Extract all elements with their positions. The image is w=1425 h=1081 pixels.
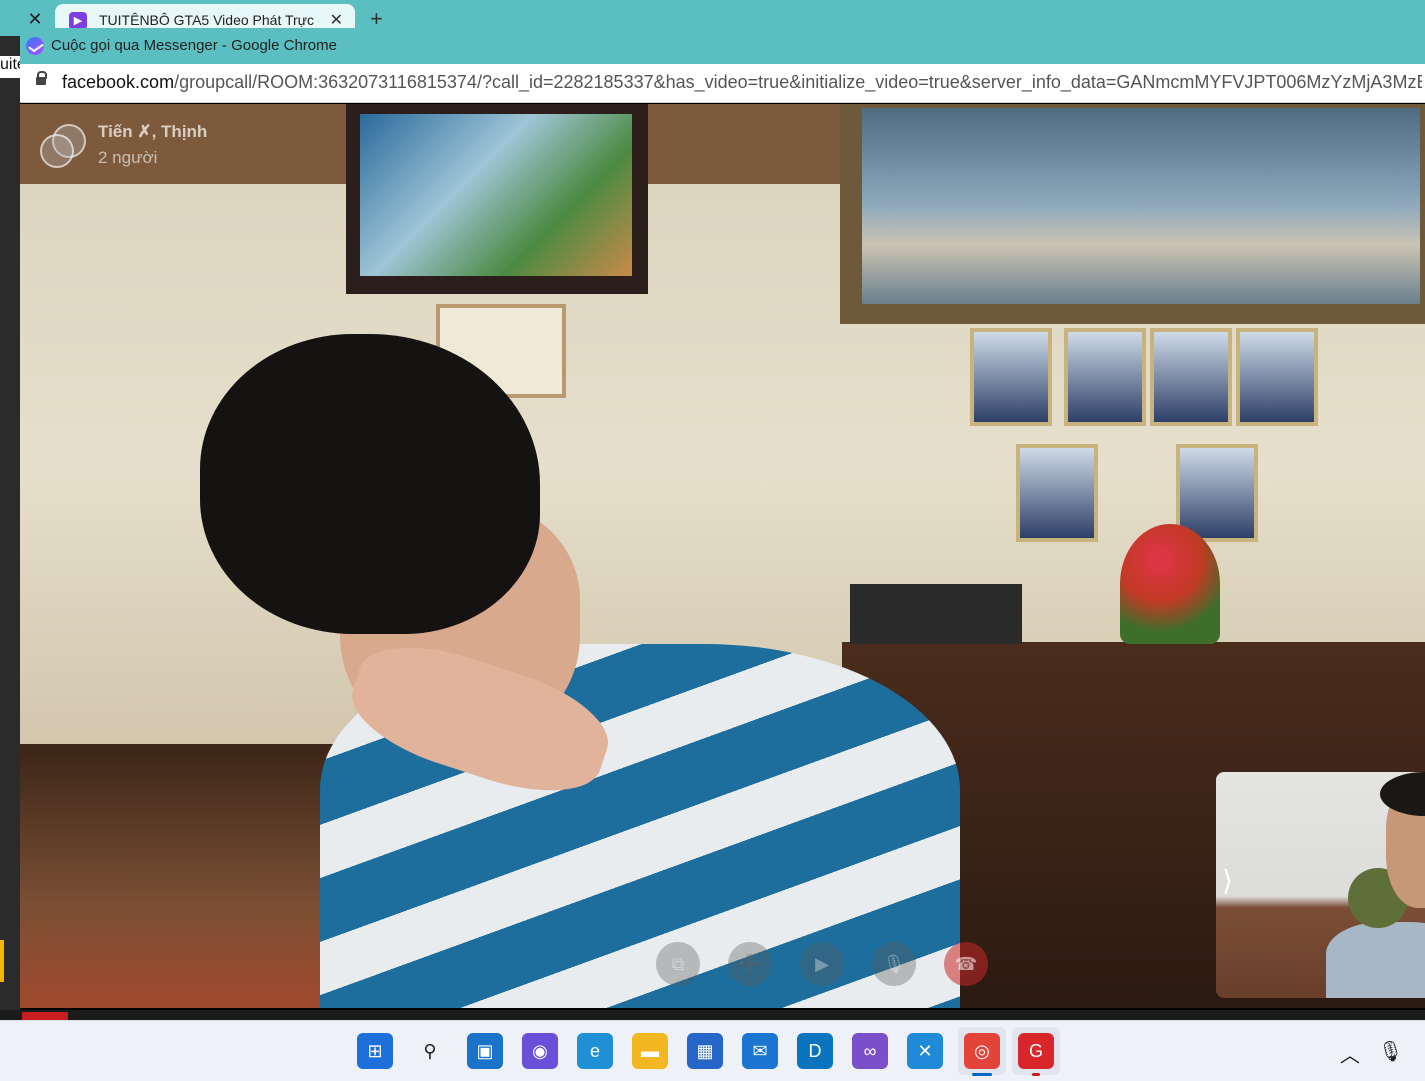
- participant-count: 2 người: [98, 148, 158, 167]
- window-title-bar[interactable]: Cuộc gọi qua Messenger - Google Chrome: [20, 28, 1425, 64]
- painting-image: [862, 108, 1420, 304]
- wall-photo: [970, 328, 1052, 426]
- wall-photo: [1150, 328, 1232, 426]
- visual-studio-icon[interactable]: ∞: [852, 1033, 888, 1069]
- close-tab-icon[interactable]: ✕: [24, 8, 46, 30]
- printer: [850, 584, 1022, 644]
- call-controls: ⧉ ➕ ▶ 🎙 ☎: [656, 942, 988, 986]
- end-call-button[interactable]: ☎: [944, 942, 988, 986]
- close-tab-icon[interactable]: ✕: [330, 10, 343, 30]
- self-view-video[interactable]: ⟩: [1216, 772, 1425, 998]
- background-window-accent: [22, 1012, 68, 1020]
- garena-icon[interactable]: G: [1018, 1033, 1054, 1069]
- background-window-accent: [0, 940, 4, 982]
- messenger-call-window: Cuộc gọi qua Messenger - Google Chrome f…: [20, 28, 1425, 1010]
- url-path: /groupcall/ROOM:3632073116815374/?call_i…: [174, 72, 1422, 92]
- wall-painting-large: [840, 104, 1425, 324]
- share-screen-button[interactable]: ⧉: [656, 942, 700, 986]
- remote-video: Tiến ✗, Thịnh 2 người ⧉ ➕ ▶ 🎙 ☎ ⟩: [20, 104, 1425, 1008]
- running-indicator: [972, 1073, 992, 1076]
- browser-tab-title: TUITÊNBÔ GTA5 Video Phát Trực: [99, 12, 315, 28]
- microphone-toggle-button[interactable]: 🎙: [872, 942, 916, 986]
- chrome-icon[interactable]: ◎: [964, 1033, 1000, 1069]
- show-hidden-icons-icon[interactable]: ︿: [1340, 1039, 1360, 1068]
- collapse-self-view-icon[interactable]: ⟩: [1222, 864, 1233, 897]
- search-icon[interactable]: ⚲: [412, 1033, 448, 1069]
- mail-icon[interactable]: ✉: [742, 1033, 778, 1069]
- wall-photo: [1016, 444, 1098, 542]
- microphone-icon[interactable]: 🎙: [1378, 1039, 1403, 1064]
- widgets-icon[interactable]: ▣: [467, 1033, 503, 1069]
- running-indicator: [1032, 1073, 1040, 1076]
- start-icon[interactable]: ⊞: [357, 1033, 393, 1069]
- call-participants: Tiến ✗, Thịnh: [98, 122, 208, 141]
- url-text[interactable]: facebook.com/groupcall/ROOM:363207311681…: [62, 72, 1422, 93]
- lock-icon[interactable]: [36, 71, 47, 85]
- chat-icon[interactable]: ◉: [522, 1033, 558, 1069]
- dell-icon[interactable]: D: [797, 1033, 833, 1069]
- background-window: [0, 36, 20, 1020]
- background-window-text: uite: [0, 56, 20, 78]
- url-host: facebook.com: [62, 72, 175, 92]
- wall-photo: [1236, 328, 1318, 426]
- self-view-person: [1326, 922, 1425, 998]
- microsoft-store-icon[interactable]: ▦: [687, 1033, 723, 1069]
- group-avatar-icon: [40, 124, 86, 168]
- address-bar[interactable]: facebook.com/groupcall/ROOM:363207311681…: [20, 64, 1425, 103]
- vs-code-icon[interactable]: ✕: [907, 1033, 943, 1069]
- edge-icon[interactable]: e: [577, 1033, 613, 1069]
- self-view-hair: [1380, 772, 1425, 816]
- window-title: Cuộc gọi qua Messenger - Google Chrome: [51, 37, 337, 54]
- person-hair: [200, 334, 540, 634]
- painting-image: [360, 114, 632, 276]
- file-explorer-icon[interactable]: ▬: [632, 1033, 668, 1069]
- background-window-strip: [0, 1010, 1425, 1020]
- wall-photo: [1064, 328, 1146, 426]
- wall-painting: [346, 104, 648, 294]
- flower-arrangement: [1120, 524, 1220, 644]
- taskbar: ⊞ ⚲ ▣ ◉ e ▬ ▦ ✉ D ∞ ✕ ◎ G ︿ 🎙: [0, 1020, 1425, 1081]
- video-toggle-button[interactable]: ▶: [800, 942, 844, 986]
- messenger-icon: [26, 37, 44, 55]
- add-person-button[interactable]: ➕: [728, 942, 772, 986]
